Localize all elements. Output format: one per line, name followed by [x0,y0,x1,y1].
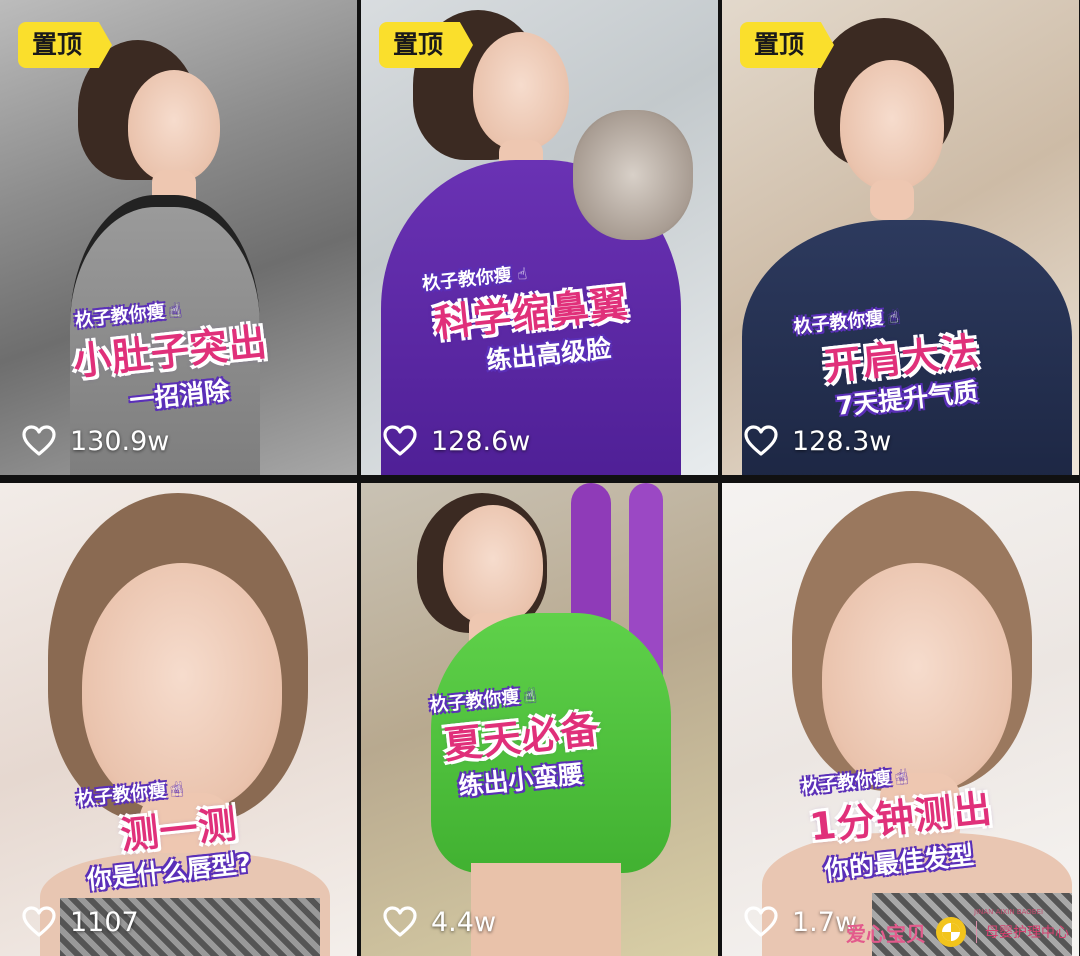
watermark-tiny-text: JINAN AIXIN BAOBEI [974,908,1044,916]
like-count: 128.6w [431,425,531,457]
pointing-hand-icon: ☝ [882,307,900,328]
like-count: 4.4w [431,906,497,938]
watermark: 爱心宝贝 母婴护理中心 JINAN AIXIN BAOBEI [846,908,1069,950]
sun-logo-icon [936,917,966,947]
video-card-1[interactable]: 置顶 杦子教你瘦 ☝ 小肚子突出 一招消除 130.9w [0,0,357,475]
pointing-hand-icon: ☝ [510,263,528,285]
watermark-subtitle: 母婴护理中心 [985,925,1069,941]
watermark-divider [976,921,977,943]
heart-outline-icon[interactable] [744,906,778,938]
like-count: 130.9w [70,425,170,457]
video-card-2[interactable]: 置顶 杦子教你瘦 ☝ 科学缩鼻翼 练出高级脸 128.6w [361,0,718,475]
caption-overlay: 杦子教你瘦 ☝ 测一测 你是什么唇型? [0,483,357,955]
like-bar: 1107 [22,902,139,942]
heart-outline-icon[interactable] [383,425,417,457]
video-card-3[interactable]: 置顶 杦子教你瘦 ☝ 开肩大法 7天提升气质 128.3w [722,0,1079,475]
video-card-4[interactable]: 杦子教你瘦 ☝ 测一测 你是什么唇型? 1107 [0,483,357,956]
like-bar: 128.3w [744,421,891,461]
pointing-hand-icon: ☝ [890,767,908,788]
like-bar: 128.6w [383,421,530,461]
caption-subtitle: 你是什么唇型? [85,848,253,895]
like-bar: 4.4w [383,902,496,942]
heart-outline-icon[interactable] [744,425,778,457]
watermark-brand: 爱心宝贝 [846,921,926,946]
pointing-hand-icon: ☝ [165,779,183,800]
caption-overlay: 杦子教你瘦 ☝ 小肚子突出 一招消除 [0,0,357,474]
like-count: 1107 [70,906,139,938]
like-bar: 1.7w [744,902,857,942]
video-card-6[interactable]: 杦子教你瘦 ☝ 1分钟测出 你的最佳发型 1.7w 爱心宝贝 母婴护理中心 JI… [722,483,1079,956]
heart-outline-icon[interactable] [22,425,56,457]
video-grid: 置顶 杦子教你瘦 ☝ 小肚子突出 一招消除 130.9w 置顶 杦子教你瘦 ☝ … [0,0,1080,956]
like-count: 128.3w [792,425,892,457]
caption-overlay: 杦子教你瘦 ☝ 夏天必备 练出小蛮腰 [361,483,718,955]
video-card-5[interactable]: 杦子教你瘦 ☝ 夏天必备 练出小蛮腰 4.4w [361,483,718,956]
pointing-hand-icon: ☝ [518,685,536,707]
caption-overlay: 杦子教你瘦 ☝ 开肩大法 7天提升气质 [722,0,1079,474]
caption-overlay: 杦子教你瘦 ☝ 1分钟测出 你的最佳发型 [722,483,1079,955]
caption-overlay: 杦子教你瘦 ☝ 科学缩鼻翼 练出高级脸 [361,0,718,474]
like-bar: 130.9w [22,421,169,461]
heart-outline-icon[interactable] [383,906,417,938]
heart-outline-icon[interactable] [22,906,56,938]
pointing-hand-icon: ☝ [163,300,181,322]
